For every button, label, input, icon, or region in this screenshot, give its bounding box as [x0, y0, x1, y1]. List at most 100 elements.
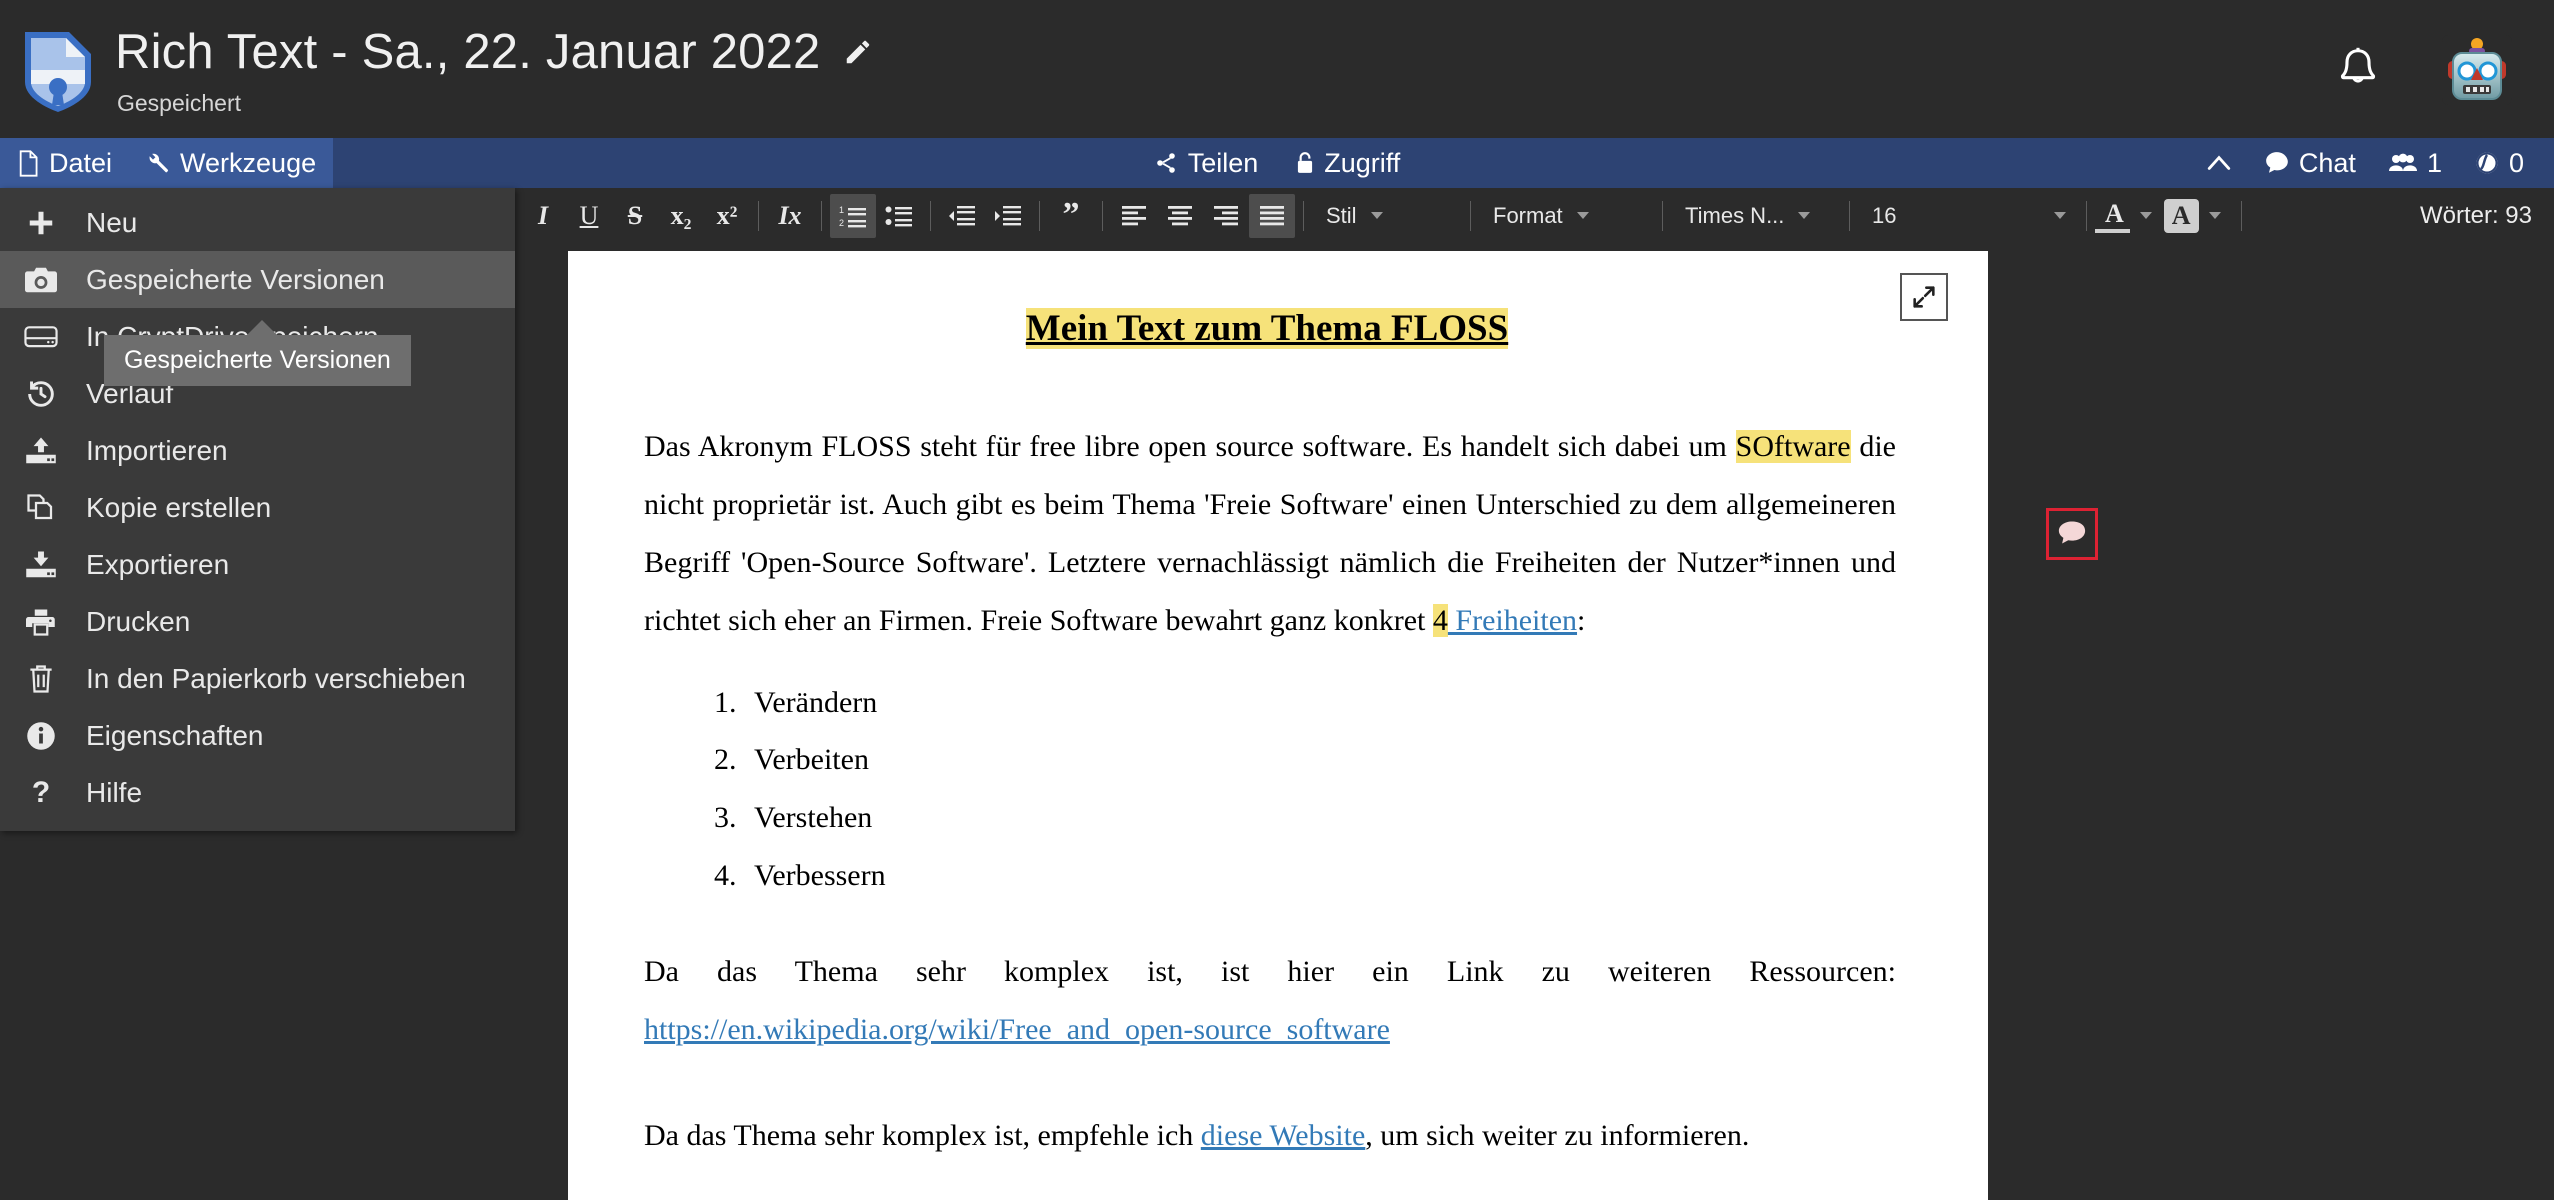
menu-item-label: Drucken — [86, 605, 191, 637]
p3-text-b: , um sich weiter zu informieren. — [1365, 1118, 1750, 1152]
menu-item-label: Hilfe — [86, 776, 143, 808]
strikethrough-button[interactable]: S — [612, 194, 658, 238]
menu-item-in-den-papierkorb-verschieben[interactable]: In den Papierkorb verschieben — [0, 650, 515, 707]
bell-icon[interactable] — [2336, 45, 2380, 95]
add-comment-button[interactable] — [2046, 508, 2098, 560]
share-icon — [1154, 151, 1178, 175]
italic-button[interactable]: I — [520, 194, 566, 238]
list-item: Verbeiten — [744, 731, 1928, 789]
share-button-label: Teilen — [1187, 147, 1259, 178]
italic-glyph: I — [537, 200, 549, 230]
remove-format-glyph: Ix — [778, 200, 802, 230]
share-button[interactable]: Teilen — [1154, 147, 1259, 179]
users-count-label: 1 — [2426, 147, 2442, 178]
text-color-glyph: A — [2095, 199, 2130, 233]
text-color-button[interactable]: A — [2095, 194, 2164, 238]
chevron-down-icon — [1370, 212, 1383, 219]
file-icon — [17, 149, 39, 177]
expand-button[interactable] — [1900, 273, 1948, 321]
indent-icon — [995, 205, 1021, 225]
superscript-button[interactable]: x² — [704, 194, 750, 238]
document-heading: Mein Text zum Thema FLOSS — [606, 307, 1928, 350]
document-paragraph-3: Da das Thema sehr komplex ist, empfehle … — [644, 1107, 1896, 1165]
cryptpad-logo[interactable] — [0, 26, 115, 114]
align-left-button[interactable] — [1111, 194, 1157, 238]
underline-button[interactable]: U — [566, 194, 612, 238]
lock-icon — [1296, 151, 1314, 175]
wikipedia-link[interactable]: https://en.wikipedia.org/wiki/Free_and_o… — [644, 1013, 1390, 1046]
cryptpad-rich-text-app: Rich Text - Sa., 22. Januar 2022 Gespeic… — [0, 0, 2554, 1200]
trash-icon — [22, 664, 60, 694]
toolbar-divider — [1303, 200, 1304, 231]
menu-item-eigenschaften[interactable]: Eigenschaften — [0, 707, 515, 764]
font-size-select-label: 16 — [1872, 202, 1897, 228]
svg-text:2: 2 — [839, 218, 844, 228]
indent-button[interactable] — [985, 194, 1031, 238]
numbered-list-button[interactable]: 1 2 — [830, 193, 876, 238]
align-center-button[interactable] — [1157, 194, 1203, 238]
menu-item-label: Eigenschaften — [86, 719, 264, 751]
menu-item-gespeicherte-versionen[interactable]: Gespeicherte Versionen — [0, 251, 515, 308]
menu-item-drucken[interactable]: Drucken — [0, 593, 515, 650]
menu-item-importieren[interactable]: Importieren — [0, 422, 515, 479]
align-justify-button[interactable] — [1249, 193, 1295, 238]
import-icon — [22, 436, 60, 465]
viewers-count-label: 0 — [2508, 147, 2524, 178]
superscript-glyph: x² — [716, 200, 738, 230]
highlight-color-glyph: A — [2163, 198, 2199, 233]
word-count: Wörter: 93 — [2419, 201, 2532, 229]
printer-icon — [22, 607, 60, 637]
document-body: Mein Text zum Thema FLOSS Das Akronym FL… — [568, 251, 1988, 1165]
drive-icon — [22, 324, 60, 350]
align-right-button[interactable] — [1203, 194, 1249, 238]
menu-item-label: Gespeicherte Versionen — [86, 263, 385, 295]
p2-text-a: Da das Thema sehr komplex ist, ist hier … — [644, 955, 1896, 989]
menu-item-exportieren[interactable]: Exportieren — [0, 536, 515, 593]
pencil-icon[interactable] — [843, 37, 873, 67]
font-select[interactable]: Times N... — [1671, 194, 1841, 238]
svg-text:1: 1 — [839, 205, 844, 215]
menu-bar-center: Teilen Zugriff — [0, 138, 2554, 188]
font-size-select[interactable]: 16 — [1858, 194, 2078, 238]
outdent-button[interactable] — [939, 194, 985, 238]
menu-datei[interactable]: Datei — [0, 138, 130, 188]
remove-format-button[interactable]: Ix — [767, 194, 813, 238]
highlight-color-button[interactable]: A — [2163, 194, 2233, 238]
users-count[interactable]: 1 — [2388, 148, 2442, 179]
file-dropdown-menu: Neu Gespeicherte Versionen In CryptDrive… — [0, 188, 515, 831]
menu-item-label: In den Papierkorb verschieben — [86, 662, 466, 694]
comment-bubble-icon — [2058, 521, 2086, 544]
subscript-glyph: x₂ — [670, 200, 692, 230]
style-select[interactable]: Stil — [1312, 194, 1462, 238]
p3-text-a: Da das Thema sehr komplex ist, empfehle … — [644, 1118, 1201, 1152]
style-select-label: Stil — [1326, 202, 1357, 228]
align-left-icon — [1122, 205, 1146, 225]
menu-item-kopie-erstellen[interactable]: Kopie erstellen — [0, 479, 515, 536]
subscript-button[interactable]: x₂ — [658, 194, 704, 238]
menu-werkzeuge[interactable]: Werkzeuge — [129, 138, 334, 188]
menu-item-hilfe[interactable]: ? Hilfe — [0, 764, 515, 821]
document-paragraph-2: Da das Thema sehr komplex ist, ist hier … — [644, 943, 1896, 1059]
chevron-down-icon — [1798, 212, 1811, 219]
chat-button[interactable]: Chat — [2264, 148, 2356, 179]
menu-item-label: Importieren — [86, 434, 228, 466]
p1-text-c: : — [1577, 603, 1586, 637]
menu-datei-label: Datei — [49, 147, 113, 178]
align-justify-icon — [1260, 205, 1284, 225]
bullet-list-button[interactable] — [876, 194, 922, 238]
access-button-label: Zugriff — [1324, 147, 1401, 178]
export-icon — [22, 550, 60, 579]
avatar[interactable] — [2442, 35, 2512, 105]
menu-bar-left: Datei Werkzeuge — [0, 138, 334, 188]
website-link[interactable]: diese Website — [1201, 1119, 1366, 1152]
numbered-list-icon: 1 2 — [839, 205, 866, 228]
viewers-count[interactable]: 0 — [2474, 148, 2524, 179]
collapse-toolbar-button[interactable] — [2206, 153, 2232, 173]
document-page[interactable]: Mein Text zum Thema FLOSS Das Akronym FL… — [568, 251, 1988, 1200]
format-select[interactable]: Format — [1479, 194, 1654, 238]
access-button[interactable]: Zugriff — [1296, 148, 1400, 179]
menu-tooltip: Gespeicherte Versionen — [104, 320, 411, 386]
blockquote-button[interactable]: ” — [1048, 194, 1094, 238]
p1-freiheiten-link[interactable]: Freiheiten — [1448, 604, 1577, 637]
menu-item-neu[interactable]: Neu — [0, 194, 515, 251]
